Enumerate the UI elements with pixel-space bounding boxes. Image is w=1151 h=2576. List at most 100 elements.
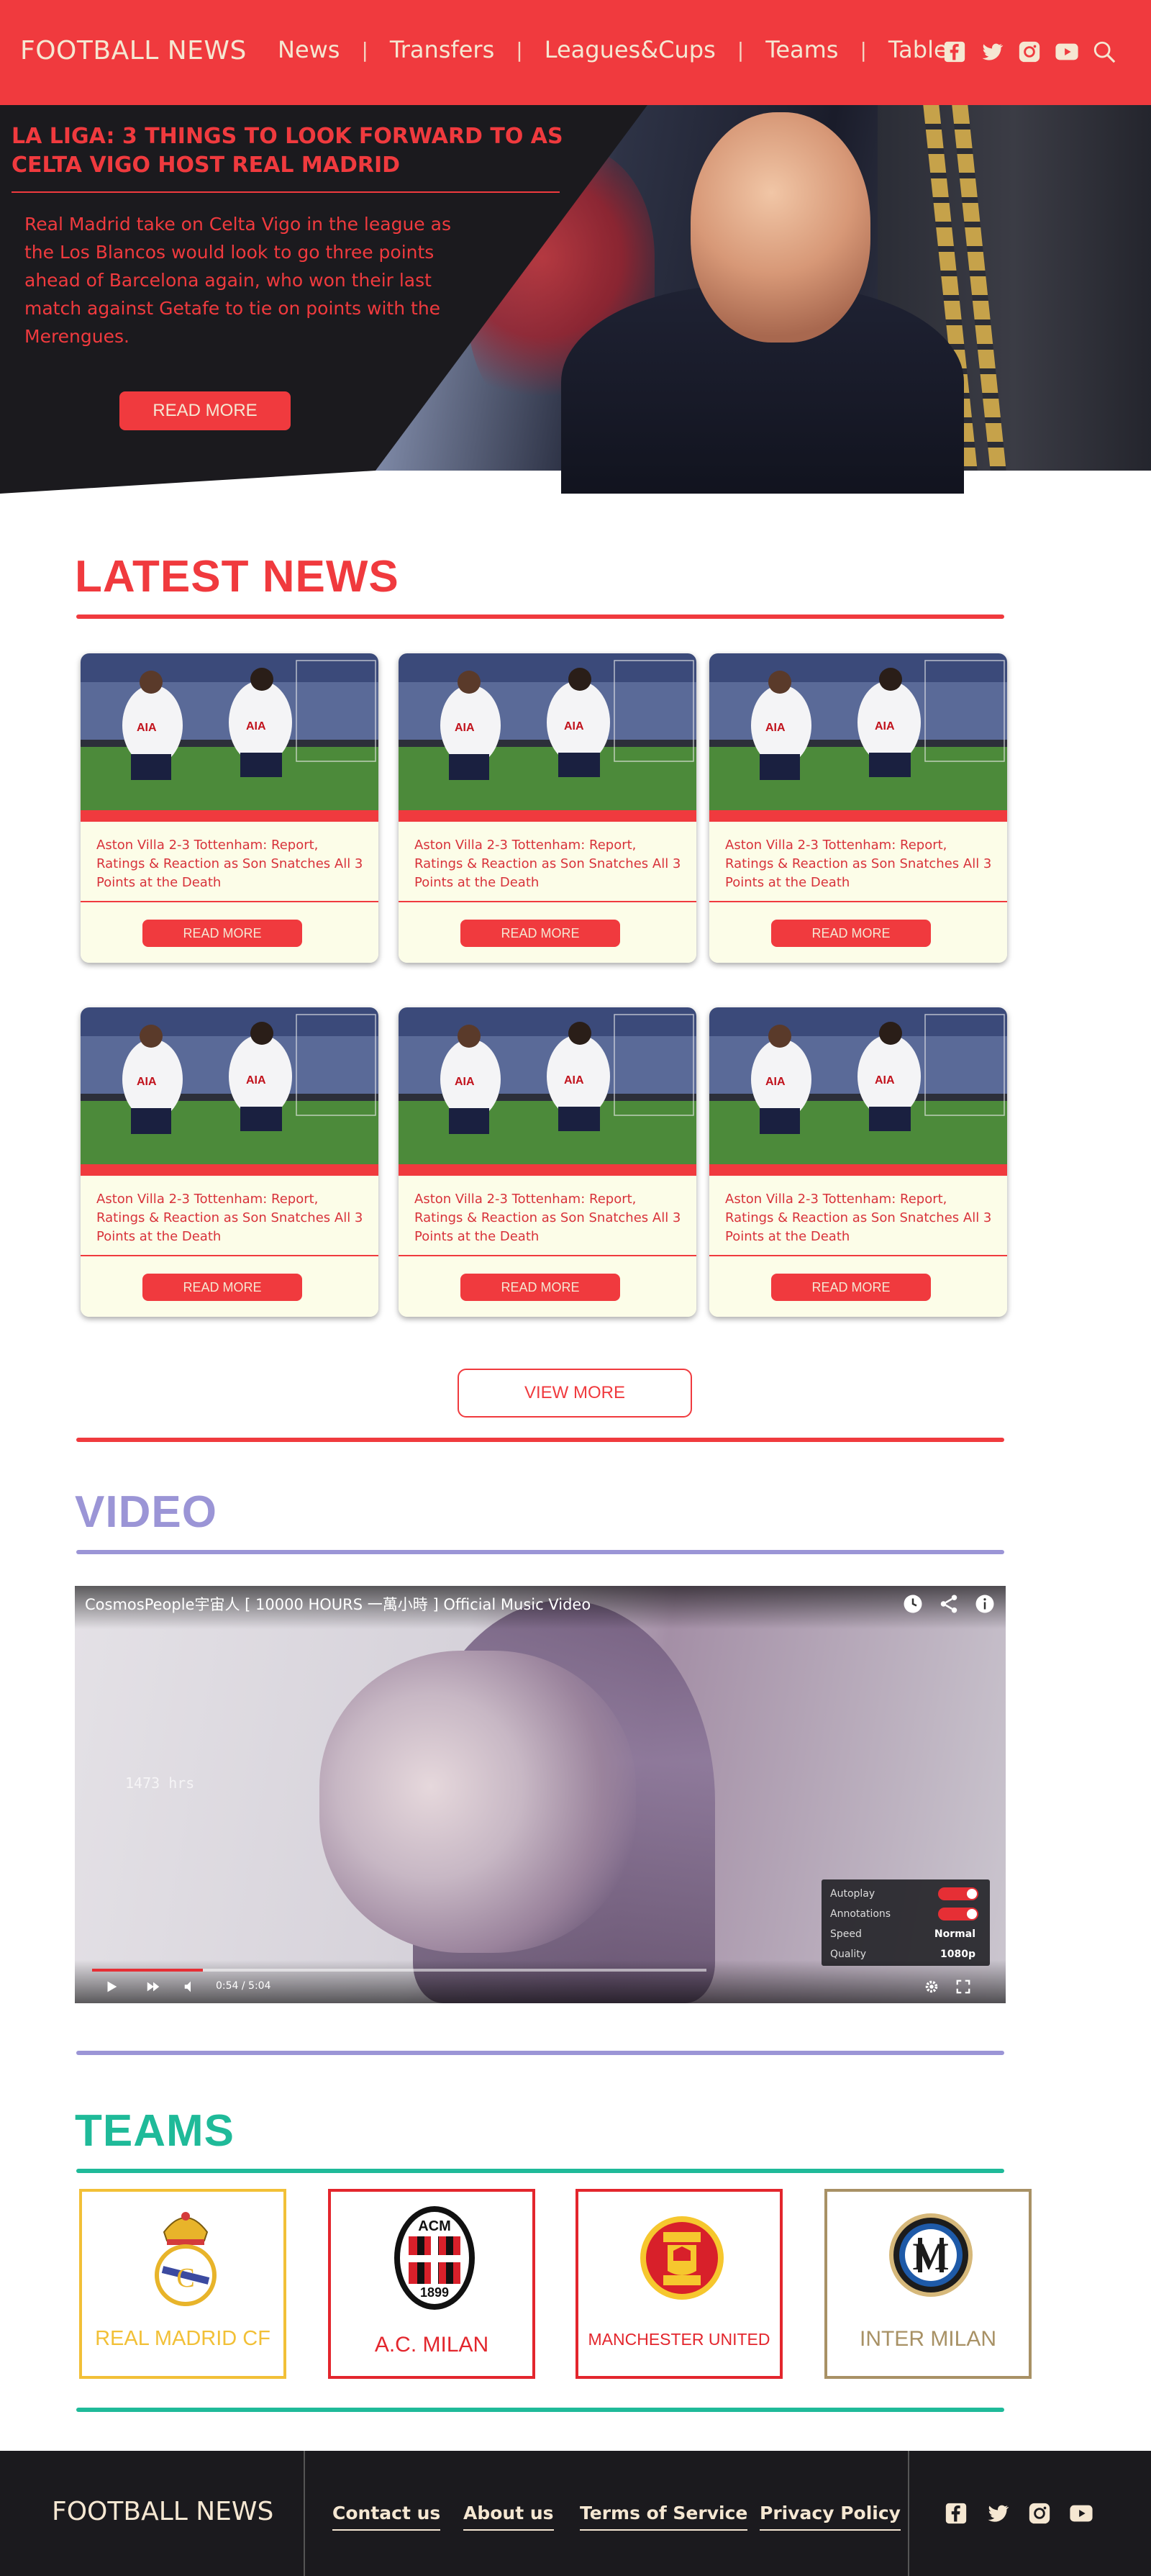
svg-text:AIA: AIA	[455, 722, 475, 734]
video-progress-bar[interactable]	[92, 1969, 706, 1972]
news-card[interactable]: AIA AIA Aston Villa 2-3 Tottenham: Report,…	[709, 1007, 1007, 1317]
svg-text:AIA: AIA	[246, 720, 266, 733]
team-name: INTER MILAN	[859, 2327, 997, 2351]
news-card-read-more-button[interactable]: READ MORE	[771, 1274, 931, 1301]
twitter-icon[interactable]	[986, 2501, 1010, 2526]
team-card-ac-milan[interactable]: ACM 1899 A.C. MILAN	[328, 2189, 535, 2379]
video-title[interactable]: CosmosPeople宇宙人 [ 10000 HOURS 一萬小時 ] Off…	[85, 1593, 591, 1615]
footer-link-privacy[interactable]: Privacy Policy	[760, 2503, 901, 2531]
share-icon[interactable]	[938, 1593, 960, 1615]
hero-divider	[12, 191, 560, 193]
ac-milan-crest-icon: ACM 1899	[394, 2206, 475, 2310]
news-card-read-more-button[interactable]: READ MORE	[460, 920, 620, 947]
footer-social-icons	[944, 2501, 1093, 2526]
news-card-image[interactable]: AIA AIA	[709, 1007, 1007, 1164]
footer-brand[interactable]: FOOTBALL NEWS	[52, 2497, 273, 2526]
news-card-image[interactable]: AIA AIA	[399, 653, 696, 810]
news-card-accent	[81, 1164, 378, 1176]
autoplay-toggle[interactable]	[938, 1887, 978, 1900]
news-card-image[interactable]: AIA AIA	[709, 653, 1007, 810]
view-more-button[interactable]: VIEW MORE	[458, 1369, 692, 1418]
team-name: MANCHESTER UNITED	[588, 2330, 770, 2349]
svg-text:AIA: AIA	[875, 1074, 895, 1087]
news-card-image[interactable]: AIA AIA	[81, 653, 378, 810]
video-player[interactable]: CosmosPeople宇宙人 [ 10000 HOURS 一萬小時 ] Off…	[75, 1586, 1006, 2003]
news-card-image[interactable]: AIA AIA	[81, 1007, 378, 1164]
video-time: 0:54 / 5:04	[216, 1980, 271, 1992]
svg-text:AIA: AIA	[765, 722, 786, 734]
news-card-read-more-button[interactable]: READ MORE	[142, 920, 302, 947]
annotations-toggle[interactable]	[938, 1908, 978, 1920]
teams-bottom-rule	[76, 2408, 1004, 2412]
nav-item-leagues-cups[interactable]: Leagues&Cups	[545, 36, 716, 63]
news-card-body: Aston Villa 2-3 Tottenham: Report, Ratin…	[399, 1176, 696, 1317]
news-card-accent	[81, 810, 378, 822]
teams-rule	[76, 2169, 1004, 2173]
hero-read-more-button[interactable]: READ MORE	[119, 391, 291, 430]
setting-annotations[interactable]: Annotations	[830, 1904, 986, 1924]
svg-text:C: C	[176, 2263, 194, 2293]
hero-summary: Real Madrid take on Celta Vigo in the le…	[24, 214, 451, 347]
video-section-title: VIDEO	[75, 1487, 217, 1537]
team-card-manchester-united[interactable]: MANCHESTER UNITED	[576, 2189, 783, 2379]
news-card[interactable]: AIA AIA Aston Villa 2-3 Tottenham: Report,…	[399, 653, 696, 963]
watch-later-icon[interactable]	[902, 1593, 924, 1615]
facebook-icon[interactable]	[942, 40, 967, 64]
news-card-divider	[709, 1255, 1007, 1256]
footer-link-about[interactable]: About us	[463, 2503, 554, 2531]
youtube-icon[interactable]	[1069, 2501, 1093, 2526]
news-card-headline[interactable]: Aston Villa 2-3 Tottenham: Report, Ratin…	[414, 836, 688, 892]
hero-banner: LA LIGA: 3 THINGS TO LOOK FORWARD TO AS …	[0, 105, 1151, 494]
instagram-icon[interactable]	[1017, 40, 1042, 64]
nav-separator: |	[516, 37, 523, 62]
news-card-image[interactable]: AIA AIA	[399, 1007, 696, 1164]
settings-gear-icon[interactable]	[924, 1979, 940, 1995]
brand-logo[interactable]: FOOTBALL NEWS	[20, 36, 247, 65]
svg-text:AIA: AIA	[455, 1076, 475, 1088]
team-name: A.C. MILAN	[374, 2333, 489, 2357]
news-card[interactable]: AIA AIA Aston Villa 2-3 Tottenham: Report,…	[81, 1007, 378, 1317]
team-card-inter-milan[interactable]: M INTER MILAN	[824, 2189, 1032, 2379]
play-icon[interactable]	[104, 1979, 119, 1995]
news-card-headline[interactable]: Aston Villa 2-3 Tottenham: Report, Ratin…	[96, 836, 370, 892]
news-card-read-more-button[interactable]: READ MORE	[771, 920, 931, 947]
nav-item-news[interactable]: News	[278, 36, 340, 63]
news-card[interactable]: AIA AIA Aston Villa 2-3 Tottenham: Report,…	[399, 1007, 696, 1317]
setting-autoplay[interactable]: Autoplay	[830, 1884, 986, 1904]
nav-item-transfers[interactable]: Transfers	[390, 36, 494, 63]
news-card-headline[interactable]: Aston Villa 2-3 Tottenham: Report, Ratin…	[725, 836, 998, 892]
teams-section-title: TEAMS	[75, 2106, 235, 2156]
svg-text:ACM: ACM	[418, 2218, 451, 2234]
nav-separator: |	[361, 37, 368, 62]
team-card-real-madrid[interactable]: C REAL MADRID CF	[79, 2189, 286, 2379]
youtube-icon[interactable]	[1055, 40, 1079, 64]
navbar: FOOTBALL NEWS News | Transfers | Leagues…	[0, 0, 1151, 105]
fullscreen-icon[interactable]	[955, 1979, 971, 1995]
info-icon[interactable]	[974, 1593, 996, 1615]
settings-menu: Autoplay Annotations Speed Normal Quality…	[822, 1879, 990, 1966]
footer-link-contact[interactable]: Contact us	[332, 2503, 441, 2531]
hero-title[interactable]: LA LIGA: 3 THINGS TO LOOK FORWARD TO AS …	[12, 122, 587, 180]
news-card-read-more-button[interactable]: READ MORE	[142, 1274, 302, 1301]
svg-text:AIA: AIA	[246, 1074, 266, 1087]
setting-speed[interactable]: Speed Normal	[830, 1924, 986, 1944]
twitter-icon[interactable]	[980, 40, 1004, 64]
news-card-body: Aston Villa 2-3 Tottenham: Report, Ratin…	[81, 1176, 378, 1317]
news-card-headline[interactable]: Aston Villa 2-3 Tottenham: Report, Ratin…	[414, 1190, 688, 1246]
svg-text:AIA: AIA	[137, 1076, 157, 1088]
news-card-headline[interactable]: Aston Villa 2-3 Tottenham: Report, Ratin…	[96, 1190, 370, 1246]
instagram-icon[interactable]	[1027, 2501, 1052, 2526]
news-card[interactable]: AIA AIA Aston Villa 2-3 Tottenham: Report,…	[81, 653, 378, 963]
nav-item-teams[interactable]: Teams	[765, 36, 838, 63]
facebook-icon[interactable]	[944, 2501, 968, 2526]
news-card-read-more-button[interactable]: READ MORE	[460, 1274, 620, 1301]
footer-link-terms[interactable]: Terms of Service	[580, 2503, 748, 2531]
news-card-headline[interactable]: Aston Villa 2-3 Tottenham: Report, Ratin…	[725, 1190, 998, 1246]
search-icon[interactable]	[1092, 40, 1116, 64]
main-nav: News | Transfers | Leagues&Cups | Teams …	[278, 36, 960, 63]
team-name: REAL MADRID CF	[95, 2327, 270, 2350]
next-icon[interactable]	[145, 1979, 161, 1995]
volume-icon[interactable]	[183, 1979, 199, 1995]
news-card-divider	[81, 1255, 378, 1256]
news-card[interactable]: AIA AIA Aston Villa 2-3 Tottenham: Report,…	[709, 653, 1007, 963]
